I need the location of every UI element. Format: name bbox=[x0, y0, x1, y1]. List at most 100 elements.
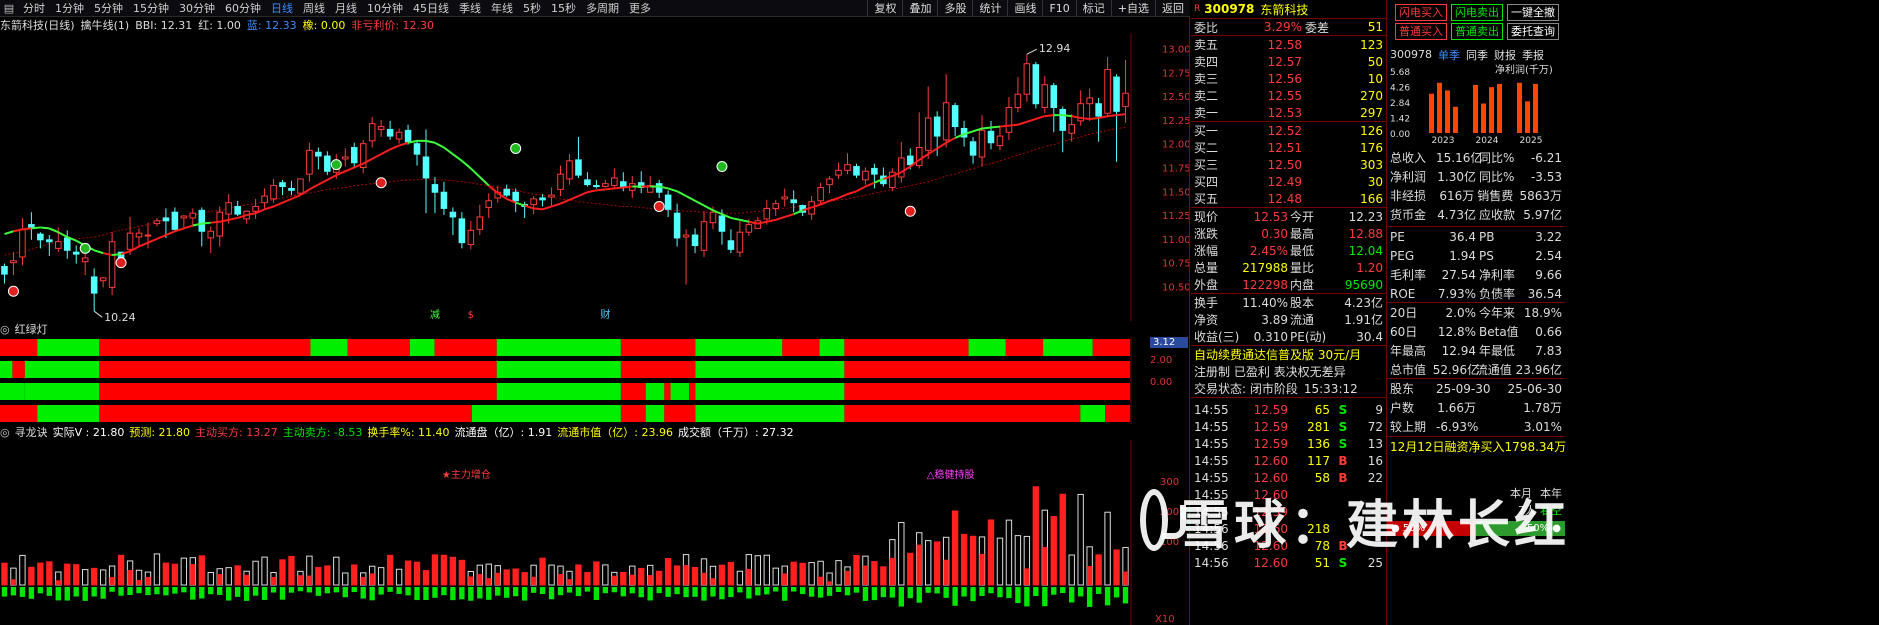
bbi-seg-5 bbox=[40, 226, 50, 230]
tick-list[interactable]: 14:55 12.59 65 S 9 14:55 12.59 281 S 72 14:55 12.59… bbox=[1191, 397, 1386, 571]
event-mark-2[interactable]: 财 bbox=[600, 308, 610, 321]
light-seg-0-5 bbox=[409, 339, 435, 356]
period-tab-4[interactable]: 30分钟 bbox=[174, 0, 220, 16]
volume-bar-0 bbox=[1, 562, 8, 586]
hld-title: 红绿灯 bbox=[14, 323, 48, 336]
buy-row-1[interactable]: 买二 12.51 176 bbox=[1191, 139, 1386, 156]
f10-tab-2[interactable]: 财报 bbox=[1494, 47, 1516, 63]
tick-row-5: 14:55 12.60 bbox=[1191, 486, 1386, 503]
candle-body-115 bbox=[1032, 64, 1040, 105]
sell-bar-67 bbox=[602, 587, 609, 594]
trade-button-4[interactable]: 普通卖出 bbox=[1451, 23, 1503, 40]
volume-bar-85 bbox=[763, 554, 770, 586]
stats-row-3: 总量 217988 量比 1.20 bbox=[1191, 259, 1386, 276]
trade-button-2[interactable]: 一键全撤 bbox=[1507, 4, 1559, 21]
toolbar-button-7[interactable]: +自选 bbox=[1110, 0, 1155, 16]
period-tab-2[interactable]: 5分钟 bbox=[89, 0, 128, 16]
margin-row[interactable]: 12月12日融资净买入1798.34万 bbox=[1387, 436, 1566, 456]
bar-tick-1: 4.26 bbox=[1390, 84, 1410, 94]
toolbar-button-6[interactable]: 标记 bbox=[1075, 0, 1111, 16]
period-tab-15[interactable]: 多周期 bbox=[581, 0, 624, 16]
low-label: 10.24 bbox=[104, 311, 135, 321]
period-tab-16[interactable]: 更多 bbox=[624, 0, 656, 16]
event-mark-1[interactable]: $ bbox=[468, 310, 474, 321]
trade-button-3[interactable]: 普通买入 bbox=[1395, 23, 1447, 40]
buy-row-2[interactable]: 买三 12.50 303 bbox=[1191, 156, 1386, 173]
buy-row-0[interactable]: 买一 12.52 126 bbox=[1191, 122, 1386, 139]
sell-vol-0: 123 bbox=[1360, 37, 1383, 52]
bbi-seg-1 bbox=[4, 230, 14, 236]
tick-time-8: 14:56 bbox=[1194, 538, 1229, 553]
sell-row-4[interactable]: 卖一 12.53 297 bbox=[1191, 104, 1386, 121]
candlestick-chart[interactable]: 13.00 12.75 12.50 12.25 12.00 11.75 11.50 11.25… bbox=[0, 33, 1190, 321]
trade-button-1[interactable]: 闪电卖出 bbox=[1451, 4, 1503, 21]
bbi-seg-6 bbox=[48, 227, 59, 234]
sell-row-0[interactable]: 卖五 12.58 123 bbox=[1191, 36, 1386, 53]
down-icon: ● bbox=[1552, 523, 1561, 534]
holders-val2-1: 1.78万 bbox=[1523, 401, 1562, 415]
volume-chart[interactable]: ★主力增仓 △稳健持股 300 200 100 X10 bbox=[0, 440, 1190, 625]
toolbar-button-5[interactable]: F10 bbox=[1042, 0, 1075, 16]
volume-stat-7: 成交额（千万）: 27.32 bbox=[677, 426, 794, 439]
candle-body-3 bbox=[28, 224, 35, 228]
panel-collapse-icon[interactable]: ◎ bbox=[0, 323, 10, 336]
f10-tab-0[interactable]: 单季 bbox=[1438, 47, 1460, 63]
volume-bar-17 bbox=[153, 553, 161, 586]
period-tab-7[interactable]: 周线 bbox=[298, 0, 330, 16]
toolbar-button-0[interactable]: 复权 bbox=[867, 0, 902, 16]
f10-tab-1[interactable]: 同季 bbox=[1466, 47, 1488, 63]
candle-body-105 bbox=[942, 102, 950, 141]
trade-button-0[interactable]: 闪电买入 bbox=[1395, 4, 1447, 21]
period-tab-0[interactable]: 分时 bbox=[18, 0, 50, 16]
menu-icon[interactable]: ▤ bbox=[0, 2, 18, 15]
holders-key-2: 较上期 bbox=[1390, 420, 1427, 434]
performance-rows: 20日 2.0% 今年来 18.9% 60日 12.8% Beta值 0.66 年最高 12.94… bbox=[1387, 302, 1565, 379]
ad-row[interactable]: 自动续费通达信普及版 30元/月 bbox=[1191, 345, 1386, 363]
period-tab-6[interactable]: 日线 bbox=[266, 0, 298, 16]
trade-button-5[interactable]: 委托查询 bbox=[1507, 23, 1559, 40]
toolbar-button-2[interactable]: 多股 bbox=[937, 0, 972, 16]
sell-bar-95 bbox=[853, 587, 860, 593]
tab-this-year[interactable]: 本年 bbox=[1540, 485, 1562, 501]
candle-body-57 bbox=[512, 191, 519, 202]
period-tab-13[interactable]: 5秒 bbox=[518, 0, 546, 16]
period-tab-8[interactable]: 月线 bbox=[330, 0, 362, 16]
period-tab-12[interactable]: 年线 bbox=[486, 0, 518, 16]
toolbar-button-3[interactable]: 统计 bbox=[972, 0, 1007, 16]
quote-header: R 300978 东箭科技 bbox=[1191, 0, 1386, 18]
event-mark-0[interactable]: 减 bbox=[430, 309, 440, 321]
buy-bar-22 bbox=[199, 568, 205, 585]
period-tab-1[interactable]: 1分钟 bbox=[50, 0, 89, 16]
profit-bar-0-2 bbox=[1445, 90, 1450, 133]
toolbar-button-4[interactable]: 画线 bbox=[1007, 0, 1042, 16]
period-tab-5[interactable]: 60分钟 bbox=[220, 0, 266, 16]
sell-row-1[interactable]: 卖四 12.57 50 bbox=[1191, 53, 1386, 70]
buy-row-4[interactable]: 买五 12.48 166 bbox=[1191, 190, 1386, 207]
period-tab-9[interactable]: 10分钟 bbox=[362, 0, 408, 16]
buy-vol-0: 126 bbox=[1360, 123, 1383, 138]
bbi-seg-96 bbox=[855, 185, 866, 193]
toolbar-button-8[interactable]: 返回 bbox=[1155, 0, 1190, 16]
period-tab-14[interactable]: 15秒 bbox=[546, 0, 581, 16]
buy-bar-94 bbox=[844, 570, 851, 585]
bbi-seg-37 bbox=[326, 174, 337, 181]
indicator-name[interactable]: 擒牛线(1) bbox=[81, 17, 130, 33]
buy-bar-12 bbox=[109, 577, 115, 585]
buy-row-3[interactable]: 买四 12.49 30 bbox=[1191, 173, 1386, 190]
period-tab-3[interactable]: 15分钟 bbox=[128, 0, 174, 16]
volume-svg: ★主力增仓 △稳健持股 300 200 100 X10 bbox=[1, 440, 1179, 625]
quote-name[interactable]: 东箭科技 bbox=[1260, 1, 1308, 18]
hld-chart[interactable]: 3.12 2.00 0.00 bbox=[0, 337, 1190, 425]
val-val2-1: 2.54 bbox=[1535, 248, 1562, 263]
sell-bar-62 bbox=[557, 587, 564, 596]
buy-bar-16 bbox=[145, 576, 151, 585]
panel-collapse-icon-2[interactable]: ◎ bbox=[0, 426, 10, 439]
sell-bar-4 bbox=[37, 587, 44, 594]
sell-row-3[interactable]: 卖二 12.55 270 bbox=[1191, 87, 1386, 104]
period-tab-10[interactable]: 45日线 bbox=[408, 0, 454, 16]
toolbar-button-1[interactable]: 叠加 bbox=[902, 0, 937, 16]
tab-this-month[interactable]: 本月 bbox=[1510, 485, 1532, 501]
f10-tab-3[interactable]: 季报 bbox=[1522, 47, 1544, 63]
sell-row-2[interactable]: 卖三 12.56 10 bbox=[1191, 70, 1386, 87]
period-tab-11[interactable]: 季线 bbox=[454, 0, 486, 16]
